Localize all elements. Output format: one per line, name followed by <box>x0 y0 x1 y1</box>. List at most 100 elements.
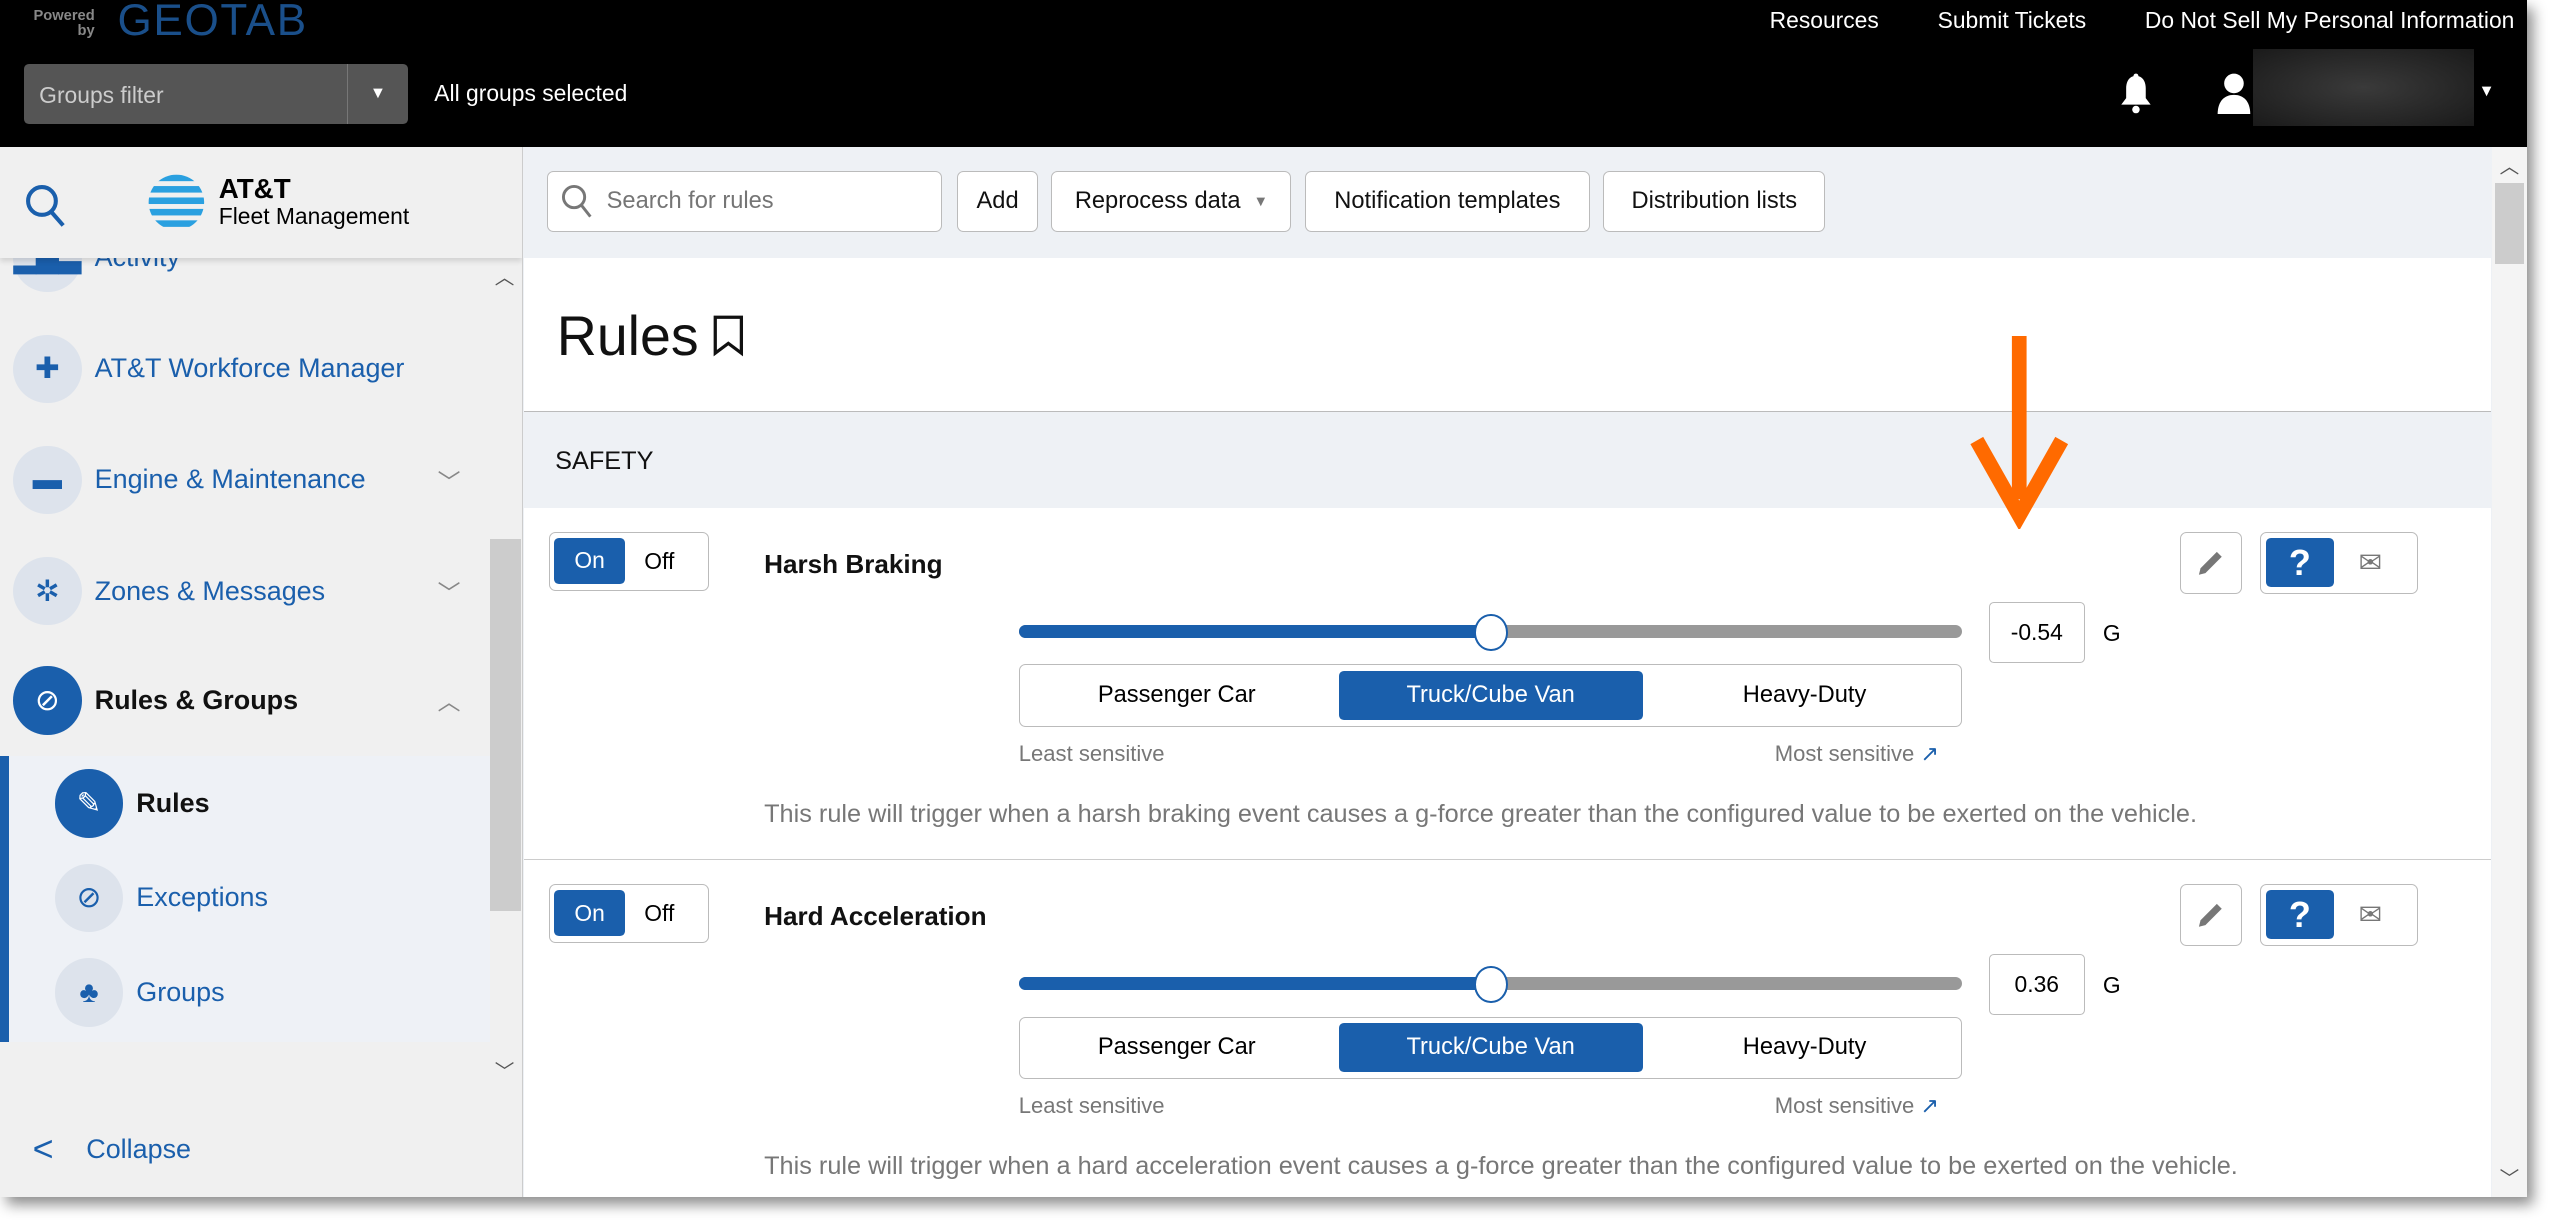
search-box[interactable] <box>546 171 943 232</box>
chevron-down-icon[interactable]: ﹀ <box>438 463 461 497</box>
sidebar-item-label: Rules <box>136 787 210 818</box>
section-header: SAFETY <box>524 411 2492 508</box>
sidebar-item-zones-messages[interactable]: ✲ Zones & Messages ﹀ <box>0 542 490 640</box>
rules-edit-icon: ✎ <box>54 768 124 838</box>
vehicle-type-option[interactable]: Truck/Cube Van <box>1338 1023 1643 1073</box>
email-icon[interactable]: ✉ <box>2359 546 2382 579</box>
most-sensitive-link[interactable]: Most sensitive ↗ <box>1775 741 1939 767</box>
sidebar-subitem-groups[interactable]: ♣ Groups <box>42 945 523 1040</box>
threshold-value-input[interactable]: -0.54 <box>1988 602 2085 663</box>
scroll-down-icon[interactable]: ﹀ <box>495 1055 515 1084</box>
reprocess-label: Reprocess data <box>1074 188 1241 215</box>
rules-content: Rules SAFETY On Off Harsh Braking ? ✉ -0.5… <box>524 257 2492 1197</box>
external-link-icon[interactable]: ↗ <box>1920 1093 1938 1118</box>
threshold-value-input[interactable]: 0.36 <box>1988 954 2085 1015</box>
logo-line1: AT&T <box>218 173 291 205</box>
groups-filter-input[interactable]: Groups filter <box>24 64 346 124</box>
sidebar-item-engine-maintenance[interactable]: ▬ Engine & Maintenance ﹀ <box>0 431 490 529</box>
help-email-group: ? ✉ <box>2259 884 2418 947</box>
external-link-icon[interactable]: ↗ <box>1920 741 1938 766</box>
collapse-label: Collapse <box>86 1133 192 1164</box>
sidebar-item-rules-groups[interactable]: ⊘ Rules & Groups ︿ <box>0 651 490 749</box>
vehicle-type-option[interactable]: Truck/Cube Van <box>1338 671 1643 720</box>
groups-filter[interactable]: Groups filter ▼ <box>24 63 409 125</box>
help-icon[interactable]: ? <box>2265 538 2335 588</box>
edit-button[interactable] <box>2179 532 2242 595</box>
sidebar-scrollbar[interactable] <box>489 538 521 912</box>
main-scrollbar[interactable]: ︿ ﹀ <box>2491 146 2528 1197</box>
att-globe-icon <box>148 174 205 227</box>
search-icon <box>561 184 592 218</box>
on-option[interactable]: On <box>554 890 625 936</box>
sidebar-subitem-rules[interactable]: ✎ Rules <box>42 756 523 851</box>
most-sensitive-label: Most sensitive <box>1774 1093 1915 1119</box>
rule-description: This rule will trigger when a harsh brak… <box>764 800 2197 828</box>
rule-row: On Off Harsh Braking ? ✉ -0.54 G Passenger… <box>524 508 2491 859</box>
on-off-toggle[interactable]: On Off <box>548 884 709 944</box>
scrollbar-thumb[interactable] <box>2494 182 2525 265</box>
unit-label: G <box>2102 972 2121 999</box>
search-icon[interactable] <box>24 183 66 229</box>
add-button[interactable]: Add <box>956 171 1039 232</box>
sidebar-item-label: Zones & Messages <box>94 575 326 606</box>
edit-button[interactable] <box>2179 884 2242 947</box>
hierarchy-icon: ♣ <box>54 958 124 1027</box>
do-not-sell-link[interactable]: Do Not Sell My Personal Information <box>2145 7 2514 34</box>
sidebar-subitem-exceptions[interactable]: ⊘ Exceptions <box>42 851 523 946</box>
chevron-down-icon[interactable]: ﹀ <box>438 574 461 608</box>
scroll-up-icon[interactable]: ︿ <box>2500 150 2520 179</box>
help-email-group: ? ✉ <box>2259 532 2418 595</box>
off-option[interactable]: Off <box>644 548 674 575</box>
submit-tickets-link[interactable]: Submit Tickets <box>1938 7 2087 34</box>
scroll-up-icon[interactable]: ︿ <box>495 261 515 290</box>
sidebar-item-workforce-manager[interactable]: ✚ AT&T Workforce Manager <box>0 320 490 418</box>
distribution-lists-button[interactable]: Distribution lists <box>1603 171 1826 232</box>
off-option[interactable]: Off <box>644 900 674 927</box>
email-icon[interactable]: ✉ <box>2359 898 2382 931</box>
zones-icon: ✲ <box>13 556 82 626</box>
help-icon[interactable]: ? <box>2265 890 2335 940</box>
att-logo[interactable]: AT&T Fleet Management <box>147 173 409 232</box>
notification-templates-button[interactable]: Notification templates <box>1304 171 1591 232</box>
page-title: Rules <box>556 304 699 367</box>
pencil-icon <box>2199 903 2223 927</box>
vehicle-type-option[interactable]: Passenger Car <box>1025 1023 1329 1072</box>
prohibited-icon: ⊘ <box>13 666 82 735</box>
collapse-button[interactable]: < Collapse <box>0 1102 523 1197</box>
vehicle-type-option[interactable]: Heavy-Duty <box>1652 671 1956 720</box>
vehicle-type-option[interactable]: Heavy-Duty <box>1652 1023 1956 1072</box>
sensitivity-slider[interactable] <box>1018 613 1963 651</box>
chevron-down-icon[interactable]: ▼ <box>346 63 408 125</box>
slider-handle[interactable] <box>1474 965 1508 1003</box>
rules-groups-submenu: ✎ Rules ⊘ Exceptions ♣ Groups <box>0 755 490 1042</box>
puzzle-icon: ✚ <box>13 334 82 404</box>
bookmark-icon[interactable] <box>712 314 745 357</box>
vehicle-type-selector: Passenger Car Truck/Cube Van Heavy-Duty <box>1018 664 1963 727</box>
powered-by: Powered by <box>33 7 95 39</box>
chevron-left-icon: < <box>32 1128 54 1170</box>
sidebar-item-label: Groups <box>136 977 225 1008</box>
bell-icon[interactable] <box>2118 72 2154 114</box>
user-menu-caret-icon[interactable]: ▼ <box>2478 82 2494 101</box>
prohibited-icon: ⊘ <box>54 863 124 933</box>
scroll-down-icon[interactable]: ﹀ <box>2500 1162 2520 1191</box>
rule-name: Harsh Braking <box>764 548 943 579</box>
sidebar-item-label: Rules & Groups <box>94 684 299 715</box>
resources-link[interactable]: Resources <box>1770 7 1879 34</box>
unit-label: G <box>2102 620 2121 647</box>
least-sensitive-label: Least sensitive <box>1018 1093 1165 1119</box>
toolbar: Add Reprocess data ▼ Notification templat… <box>524 146 2492 258</box>
vehicle-type-option[interactable]: Passenger Car <box>1025 671 1329 720</box>
search-input[interactable] <box>603 186 921 217</box>
main-panel: Add Reprocess data ▼ Notification templat… <box>524 146 2492 1197</box>
sensitivity-slider[interactable] <box>1018 965 1963 1003</box>
user-name-redacted[interactable] <box>2253 48 2474 126</box>
on-off-toggle[interactable]: On Off <box>548 532 709 591</box>
most-sensitive-link[interactable]: Most sensitive ↗ <box>1775 1093 1939 1119</box>
geotab-logo: Powered by GEOTAB <box>29 0 307 43</box>
chevron-up-icon[interactable]: ︿ <box>438 683 461 717</box>
slider-handle[interactable] <box>1474 613 1508 651</box>
user-icon[interactable] <box>2216 72 2252 115</box>
on-option[interactable]: On <box>554 538 625 584</box>
reprocess-data-button[interactable]: Reprocess data ▼ <box>1051 171 1292 232</box>
